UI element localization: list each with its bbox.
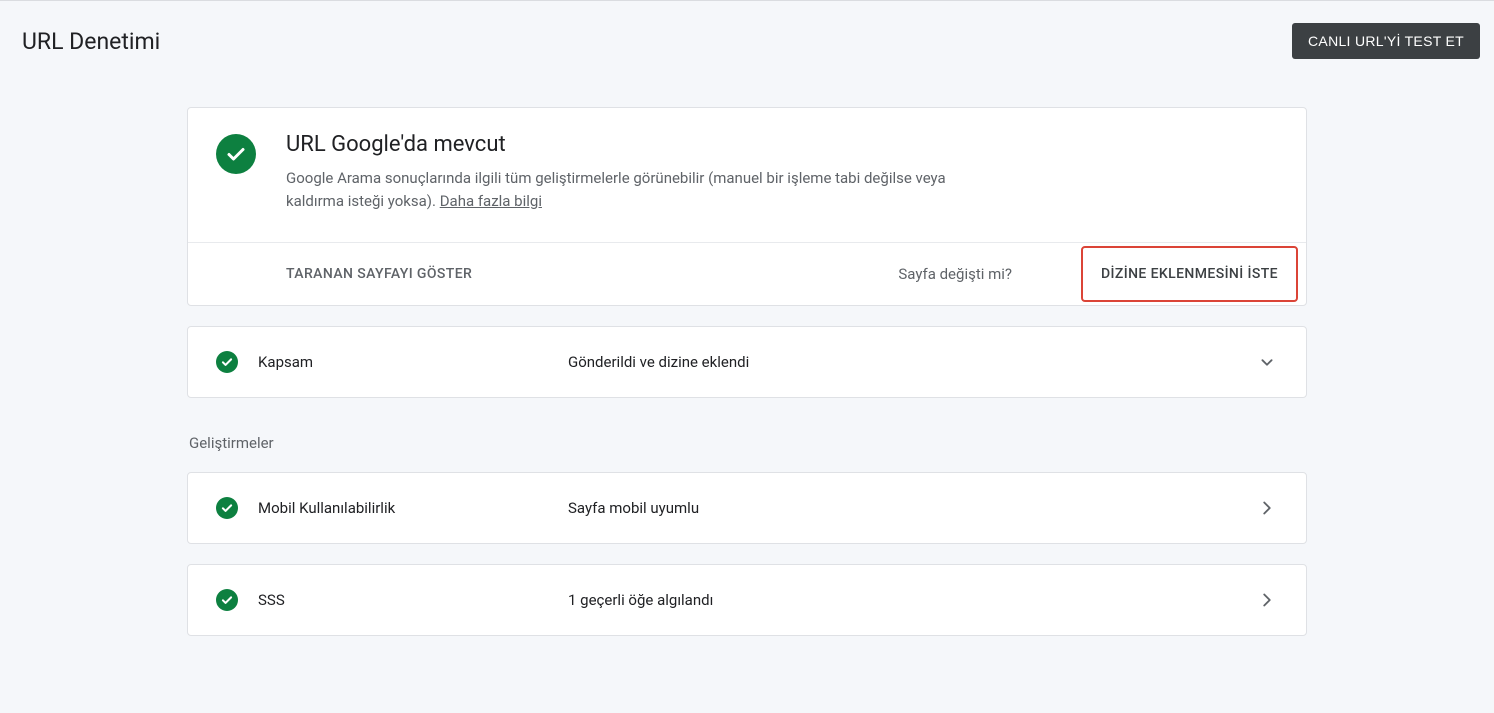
coverage-label: Kapsam xyxy=(258,353,568,371)
status-description-text: Google Arama sonuçlarında ilgili tüm gel… xyxy=(286,169,946,210)
main-content: URL Google'da mevcut Google Arama sonuçl… xyxy=(177,107,1317,636)
url-status-card: URL Google'da mevcut Google Arama sonuçl… xyxy=(187,107,1307,306)
chevron-right-icon xyxy=(1256,497,1278,519)
check-icon xyxy=(216,351,238,373)
enhancements-title: Geliştirmeler xyxy=(189,434,1307,452)
mobile-usability-card: Mobil Kullanılabilirlik Sayfa mobil uyum… xyxy=(187,472,1307,544)
chevron-down-icon xyxy=(1256,351,1278,373)
status-heading: URL Google'da mevcut xyxy=(286,132,1006,157)
faq-card: SSS 1 geçerli öğe algılandı xyxy=(187,564,1307,636)
request-indexing-highlight: DİZİNE EKLENMESİNİ İSTE xyxy=(1081,246,1298,302)
status-summary: URL Google'da mevcut Google Arama sonuçl… xyxy=(188,108,1306,243)
faq-label: SSS xyxy=(258,591,568,609)
coverage-value: Gönderildi ve dizine eklendi xyxy=(568,353,1256,371)
header-bar: URL Denetimi CANLI URL'Yİ TEST ET xyxy=(0,1,1494,59)
page-changed-text: Sayfa değişti mi? xyxy=(898,265,1012,283)
mobile-label: Mobil Kullanılabilirlik xyxy=(258,499,568,517)
check-icon xyxy=(216,497,238,519)
status-text-block: URL Google'da mevcut Google Arama sonuçl… xyxy=(286,132,1006,214)
mobile-usability-row[interactable]: Mobil Kullanılabilirlik Sayfa mobil uyum… xyxy=(188,473,1306,543)
coverage-row[interactable]: Kapsam Gönderildi ve dizine eklendi xyxy=(188,327,1306,397)
page-title: URL Denetimi xyxy=(22,28,160,55)
check-icon xyxy=(216,589,238,611)
status-actions-row: TARANAN SAYFAYI GÖSTER Sayfa değişti mi?… xyxy=(188,243,1306,305)
coverage-card: Kapsam Gönderildi ve dizine eklendi xyxy=(187,326,1307,398)
learn-more-link[interactable]: Daha fazla bilgi xyxy=(440,192,542,210)
chevron-right-icon xyxy=(1256,589,1278,611)
status-description: Google Arama sonuçlarında ilgili tüm gel… xyxy=(286,167,1006,214)
mobile-value: Sayfa mobil uyumlu xyxy=(568,499,1256,517)
view-crawled-page-button[interactable]: TARANAN SAYFAYI GÖSTER xyxy=(286,266,472,282)
test-live-url-button[interactable]: CANLI URL'Yİ TEST ET xyxy=(1292,23,1480,59)
request-indexing-button[interactable]: DİZİNE EKLENMESİNİ İSTE xyxy=(1101,266,1278,282)
faq-row[interactable]: SSS 1 geçerli öğe algılandı xyxy=(188,565,1306,635)
check-icon xyxy=(216,134,256,174)
faq-value: 1 geçerli öğe algılandı xyxy=(568,591,1256,609)
